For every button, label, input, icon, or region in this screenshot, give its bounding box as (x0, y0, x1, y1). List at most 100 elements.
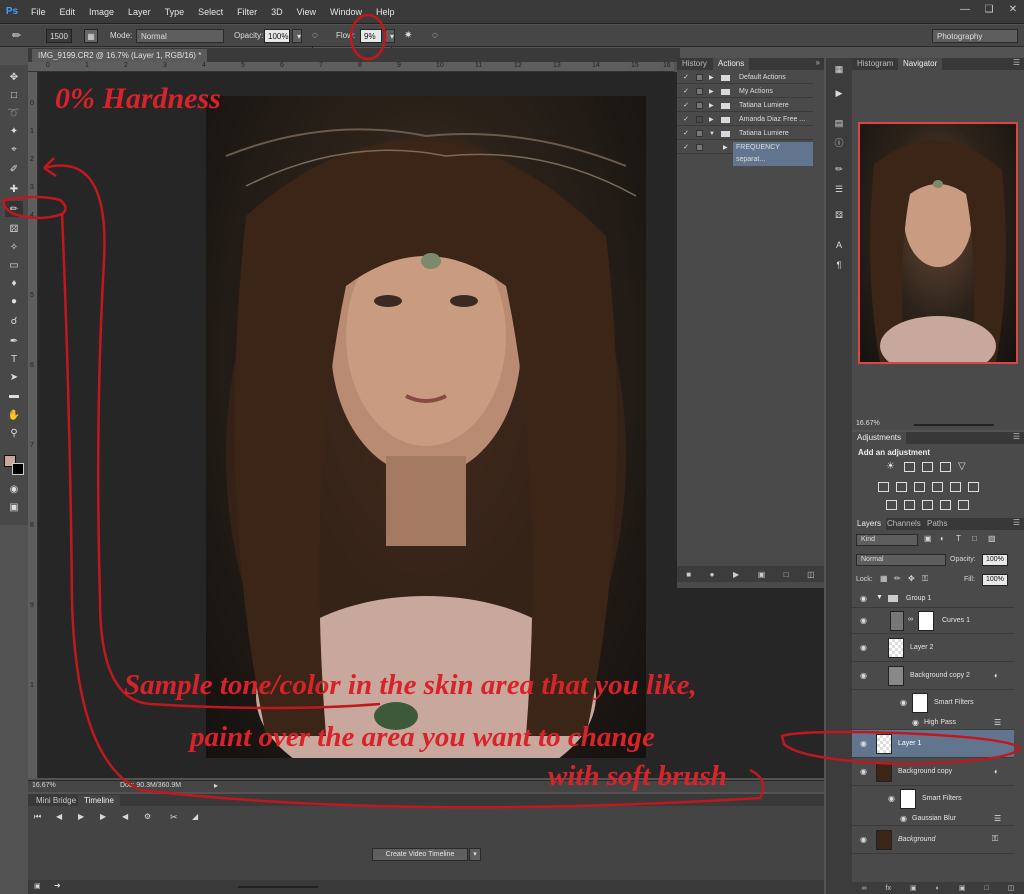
marquee-tool-icon[interactable]: □ (5, 87, 23, 103)
new-adjustment-icon[interactable]: ◐ (936, 885, 940, 892)
play-icon[interactable]: ▶ (733, 570, 739, 579)
link-layers-icon[interactable]: ∞ (862, 885, 867, 892)
check-icon[interactable]: ✓ (682, 142, 690, 154)
blend-mode-select[interactable]: Normal (856, 554, 946, 566)
photo-filter-icon[interactable] (932, 482, 943, 492)
threshold-icon[interactable] (922, 500, 933, 510)
panel-menu-icon[interactable]: ☰ (1013, 432, 1020, 441)
dialog-toggle-icon[interactable] (696, 144, 703, 151)
color-balance-icon[interactable] (896, 482, 907, 492)
dodge-tool-icon[interactable]: ☌ (5, 313, 23, 329)
check-icon[interactable]: ✓ (682, 100, 690, 112)
layer-row[interactable]: ◉ High Pass ☰ (852, 716, 1014, 730)
menu-select[interactable]: Select (191, 0, 230, 24)
collapse-triangle-icon[interactable]: ▼ (709, 128, 715, 140)
tab-paths[interactable]: Paths (922, 518, 952, 530)
brush-tool-icon[interactable]: ✏ (12, 29, 21, 43)
hand-tool-icon[interactable]: ✋ (5, 407, 23, 423)
collapse-triangle-icon[interactable]: ▼ (876, 594, 883, 601)
menu-3d[interactable]: 3D (264, 0, 290, 24)
filter-pixel-icon[interactable]: ▣ (924, 534, 932, 543)
split-icon[interactable]: ✂ (170, 812, 178, 823)
mode-select[interactable]: Normal (136, 29, 224, 43)
trash-icon[interactable]: ◫ (807, 570, 815, 579)
trash-icon[interactable]: ◫ (1008, 884, 1015, 892)
tab-channels[interactable]: Channels (882, 518, 926, 530)
tab-adjustments[interactable]: Adjustments (852, 432, 907, 444)
tab-history[interactable]: History (677, 58, 712, 70)
eye-icon[interactable]: ◉ (860, 835, 867, 844)
histogram-icon[interactable]: ▦ (831, 62, 847, 76)
dialog-toggle-icon[interactable] (696, 116, 703, 123)
eraser-tool-icon[interactable]: ▭ (5, 257, 23, 273)
minimize-icon[interactable]: — (954, 0, 976, 18)
dialog-toggle-icon[interactable] (696, 88, 703, 95)
move-tool-icon[interactable]: ✥ (5, 69, 23, 85)
timeline-zoom-slider[interactable] (238, 886, 318, 888)
go-first-frame-icon[interactable]: ⏮ (34, 812, 41, 822)
dialog-toggle-icon[interactable] (696, 74, 703, 81)
eye-icon[interactable]: ◉ (888, 794, 895, 803)
layer-row[interactable]: ◉ Layer 1 (852, 730, 1014, 758)
color-lookup-icon[interactable] (968, 482, 979, 492)
menu-image[interactable]: Image (82, 0, 121, 24)
zoom-readout[interactable]: 16.67% (32, 782, 56, 789)
eye-icon[interactable]: ◉ (900, 698, 907, 707)
panel-menu-icon[interactable]: ☰ (1013, 518, 1020, 527)
color-icon[interactable]: ▤ (831, 116, 847, 130)
record-icon[interactable]: ● (710, 570, 715, 579)
path-select-tool-icon[interactable]: ➤ (5, 369, 23, 385)
tab-navigator[interactable]: Navigator (898, 58, 943, 70)
screen-mode-icon[interactable]: ▣ (5, 499, 23, 515)
tab-histogram[interactable]: Histogram (852, 58, 898, 70)
menu-type[interactable]: Type (158, 0, 192, 24)
menu-filter[interactable]: Filter (230, 0, 264, 24)
layer-mask-thumbnail[interactable] (918, 611, 934, 631)
paint-bucket-tool-icon[interactable]: ♦ (5, 275, 23, 291)
quick-mask-icon[interactable]: ◉ (5, 481, 23, 497)
layer-filter-select[interactable]: Kind (856, 534, 918, 546)
dialog-toggle-icon[interactable] (696, 130, 703, 137)
eye-icon[interactable]: ◉ (900, 814, 907, 823)
vibrance-icon[interactable]: ▽ (958, 462, 969, 472)
filter-mask-thumbnail[interactable] (900, 789, 916, 809)
opacity-field[interactable]: 100% (264, 29, 290, 43)
opacity-dropdown-icon[interactable]: ▾ (292, 29, 302, 43)
layer-row[interactable]: ◉ Gaussian Blur ☰ (852, 812, 1014, 826)
background-color-swatch[interactable] (12, 463, 24, 475)
invert-icon[interactable] (886, 500, 897, 510)
expand-triangle-icon[interactable]: ▶ (709, 114, 714, 126)
navigator-thumbnail[interactable] (858, 122, 1018, 376)
brush-presets-icon[interactable]: ✏ (831, 162, 847, 176)
expand-triangle-icon[interactable]: ▶ (709, 72, 714, 84)
stop-icon[interactable]: ■ (686, 570, 691, 579)
new-layer-icon[interactable]: □ (985, 885, 989, 892)
gradient-map-icon[interactable] (940, 500, 951, 510)
action-set-row[interactable]: ✓ ▶ Amanda Diaz Free ... (677, 114, 813, 126)
document-photo[interactable] (206, 96, 646, 758)
paragraph-icon[interactable]: ¶ (831, 258, 847, 272)
expand-triangle-icon[interactable]: ▶ (723, 142, 728, 154)
tab-actions[interactable]: Actions (713, 58, 750, 70)
brush-panel-icon[interactable]: ☰ (831, 182, 847, 196)
tab-mini-bridge[interactable]: Mini Bridge (30, 795, 82, 806)
eye-icon[interactable]: ◉ (860, 616, 867, 625)
layer-style-icon[interactable]: fx (886, 885, 891, 892)
new-group-icon[interactable]: ▣ (959, 884, 966, 892)
crop-tool-icon[interactable]: ⌖ (5, 141, 23, 157)
navigator-zoom-slider[interactable] (914, 424, 994, 426)
filter-options-icon[interactable]: ☰ (994, 814, 1001, 823)
transition-icon[interactable]: ◢ (192, 812, 198, 821)
layer-row[interactable]: ◉ Background ⚿ (852, 826, 1014, 854)
expand-triangle-icon[interactable]: ▶ (709, 86, 714, 98)
layer-row[interactable]: ◉ Background copy ◐ (852, 758, 1014, 786)
layer-fill-field[interactable]: 100% (982, 574, 1008, 586)
expand-triangle-icon[interactable]: ▶ (709, 100, 714, 112)
eyedropper-tool-icon[interactable]: ✐ (5, 161, 23, 177)
layer-row[interactable]: ◉ ∞ Curves 1 (852, 608, 1014, 634)
new-set-folder-icon[interactable]: ▣ (758, 570, 766, 579)
quick-select-tool-icon[interactable]: ✦ (5, 123, 23, 139)
check-icon[interactable]: ✓ (682, 86, 690, 98)
restore-icon[interactable]: ❑ (978, 0, 1000, 18)
brush-tool-icon[interactable]: ✏ (5, 201, 23, 217)
